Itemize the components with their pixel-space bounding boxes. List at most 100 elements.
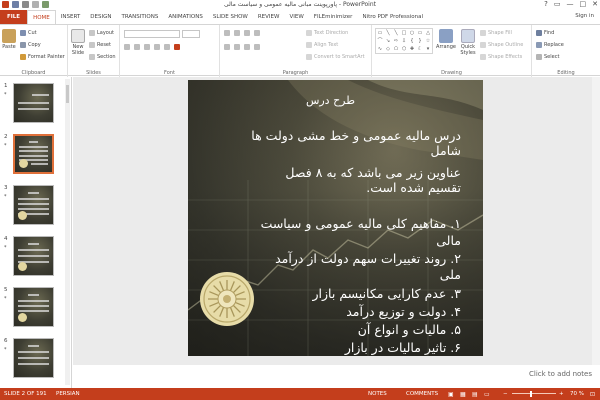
minimize-button[interactable]: — (567, 0, 574, 8)
zoom-slider[interactable] (512, 393, 556, 394)
comments-toggle-button[interactable]: COMMENTS (406, 391, 438, 397)
replace-button[interactable]: Replace (536, 42, 564, 48)
shape-callout-icon[interactable]: ◇ (384, 45, 392, 53)
italic-icon[interactable] (134, 44, 140, 50)
slide-text-line-9[interactable]: ۳. عدم کارایی مکانیسم بازار (313, 286, 461, 301)
shape-line2-icon[interactable]: ╲ (392, 29, 400, 37)
shape-arc-icon[interactable]: ⌒ (376, 37, 384, 45)
language-indicator[interactable]: PERSIAN (56, 391, 80, 397)
tab-animations[interactable]: ANIMATIONS (163, 10, 208, 24)
thumbnail-slide-4[interactable]: 4 * (0, 234, 72, 280)
shape-oval-icon[interactable]: ○ (408, 29, 416, 37)
slide-sorter-icon[interactable]: ▦ (460, 391, 466, 398)
justify-icon[interactable] (254, 44, 260, 50)
current-slide[interactable]: طرح درس درس مالیه عمومی و خط مشی دولت ها… (188, 80, 483, 356)
slide-text-line-4[interactable]: تقسیم شده است. (366, 180, 461, 195)
slide-text-line-10[interactable]: ۴. دولت و توزیع درآمد (346, 304, 461, 319)
shape-rect2-icon[interactable]: ▭ (416, 29, 424, 37)
thumbnails-scrollbar[interactable] (65, 79, 70, 385)
thumbnail-slide-5[interactable]: 5 * (0, 285, 72, 331)
shape-outline-button[interactable]: Shape Outline (480, 42, 523, 48)
new-slide-button[interactable]: New Slide (69, 29, 87, 56)
shape-triangle-icon[interactable]: △ (424, 29, 432, 37)
strikethrough-icon[interactable] (154, 44, 160, 50)
increase-indent-icon[interactable] (254, 30, 260, 36)
shape-pent-icon[interactable]: ⬠ (392, 45, 400, 53)
shape-arrow2-icon[interactable]: ⇨ (392, 37, 400, 45)
tab-file[interactable]: FILE (0, 10, 28, 24)
layout-button[interactable]: Layout (89, 30, 114, 36)
notes-toggle-button[interactable]: NOTES (368, 391, 387, 397)
normal-view-icon[interactable]: ▣ (448, 391, 454, 398)
slide-text-line-2[interactable]: شامل (431, 143, 461, 158)
tab-slide-show[interactable]: SLIDE SHOW (208, 10, 253, 24)
thumbnail-slide-2[interactable]: 2 * (0, 132, 72, 178)
shape-curve-icon[interactable]: ∿ (376, 45, 384, 53)
thumbnail-slide-3[interactable]: 3 * (0, 183, 72, 229)
shape-text-box-icon[interactable]: ▭ (376, 29, 384, 37)
text-direction-button[interactable]: Text Direction (306, 30, 348, 36)
help-button[interactable]: ? (544, 0, 548, 8)
thumbnail-slide-1[interactable]: 1 * (0, 81, 72, 127)
shape-arrow-icon[interactable]: ↘ (384, 37, 392, 45)
slide-text-line-5[interactable]: ۱. مفاهیم کلی مالیه عمومی و سیاست (261, 216, 461, 231)
reset-button[interactable]: Reset (89, 42, 111, 48)
align-right-icon[interactable] (244, 44, 250, 50)
tab-home[interactable]: HOME (27, 10, 56, 24)
tab-review[interactable]: REVIEW (253, 10, 285, 24)
shape-arrow3-icon[interactable]: ⇩ (400, 37, 408, 45)
slide-title[interactable]: طرح درس (306, 94, 355, 107)
tab-insert[interactable]: INSERT (56, 10, 85, 24)
arrange-button[interactable]: Arrange (436, 29, 456, 50)
font-name-box[interactable] (124, 30, 180, 38)
bold-icon[interactable] (124, 44, 130, 50)
shadow-icon[interactable] (164, 44, 170, 50)
font-color-icon[interactable] (174, 44, 180, 50)
slide-text-line-11[interactable]: ۵. مالیات و انواع آن (358, 322, 461, 337)
shape-brace-icon[interactable]: { (408, 37, 416, 45)
cut-button[interactable]: Cut (20, 30, 37, 36)
tab-design[interactable]: DESIGN (85, 10, 116, 24)
ribbon-display-button[interactable]: ▭ (554, 0, 561, 8)
reading-view-icon[interactable]: ▤ (472, 391, 478, 398)
slide-text-line-6[interactable]: مالی (436, 233, 461, 248)
thumbnail-slide-6[interactable]: 6 * (0, 336, 72, 382)
slide-text-line-3[interactable]: عناوین زیر می باشد که به ۸ فصل (285, 165, 461, 180)
zoom-level[interactable]: 70 % (570, 391, 584, 397)
shape-brace2-icon[interactable]: } (416, 37, 424, 45)
underline-icon[interactable] (144, 44, 150, 50)
tab-transitions[interactable]: TRANSITIONS (116, 10, 163, 24)
tab-nitro-pdf[interactable]: Nitro PDF Professional (357, 10, 428, 24)
quick-styles-button[interactable]: Quick Styles (458, 29, 478, 56)
shape-hex-icon[interactable]: ⬡ (400, 45, 408, 53)
sign-in-link[interactable]: Sign in (575, 13, 594, 19)
copy-button[interactable]: Copy (20, 42, 41, 48)
slide-text-line-8[interactable]: ملی (440, 267, 461, 282)
shape-moon-icon[interactable]: ☾ (416, 45, 424, 53)
shape-cross-icon[interactable]: ✚ (408, 45, 416, 53)
decrease-indent-icon[interactable] (244, 30, 250, 36)
slide-scrollbar[interactable] (592, 77, 600, 365)
tab-view[interactable]: VIEW (284, 10, 308, 24)
shape-line-icon[interactable]: ╲ (384, 29, 392, 37)
zoom-slider-thumb[interactable] (529, 391, 532, 397)
convert-smartart-button[interactable]: Convert to SmartArt (306, 54, 365, 60)
align-center-icon[interactable] (234, 44, 240, 50)
scrollbar-thumb[interactable] (66, 85, 69, 103)
shape-fill-button[interactable]: Shape Fill (480, 30, 512, 36)
slide-text-line-7[interactable]: ۲. روند تغییرات سهم دولت از درآمد (275, 251, 461, 266)
shapes-gallery[interactable]: ▭ ╲ ╲ □ ○ ▭ △ ⌒ ↘ ⇨ ⇩{} ☆ ∿ ◇ ⬠ ⬡ ✚ ☾ ▾ (375, 28, 433, 54)
fit-to-window-icon[interactable]: ⊡ (590, 391, 595, 398)
zoom-out-icon[interactable]: − (503, 391, 508, 397)
slide-text-line-12[interactable]: ۶. تاثیر مالیات در بازار (345, 340, 461, 355)
font-size-box[interactable] (182, 30, 200, 38)
slide-text-line-1[interactable]: درس مالیه عمومی و خط مشی دولت ها (251, 128, 461, 143)
shape-effects-button[interactable]: Shape Effects (480, 54, 522, 60)
maximize-button[interactable]: □ (580, 0, 587, 8)
numbering-icon[interactable] (234, 30, 240, 36)
notes-placeholder[interactable]: Click to add notes (529, 370, 592, 378)
section-button[interactable]: Section (89, 54, 116, 60)
bullets-icon[interactable] (224, 30, 230, 36)
zoom-in-icon[interactable]: + (559, 391, 564, 397)
close-button[interactable]: ✕ (592, 0, 598, 8)
